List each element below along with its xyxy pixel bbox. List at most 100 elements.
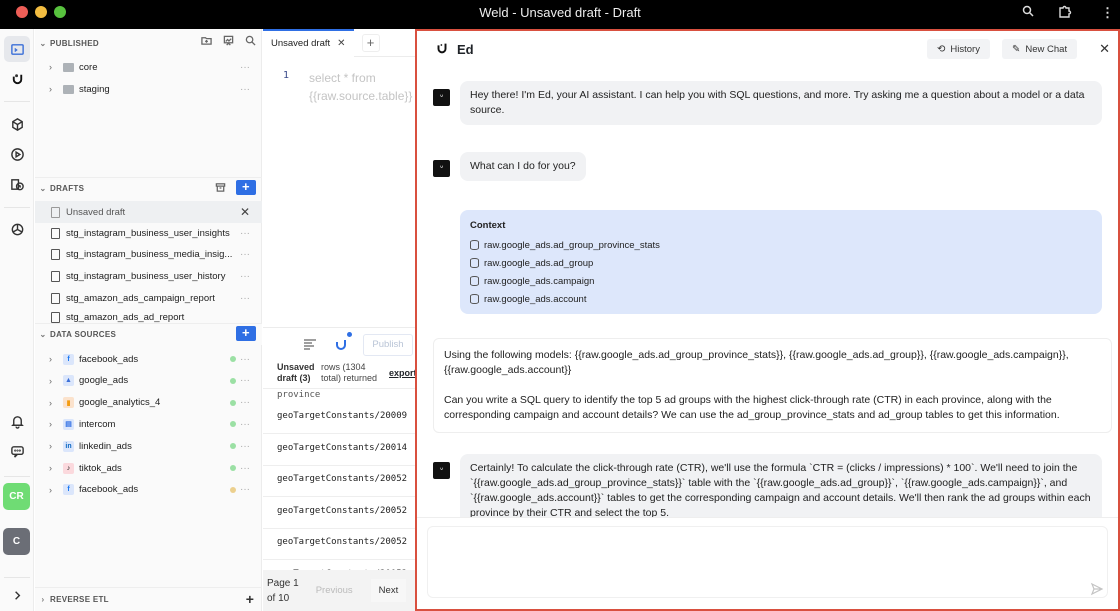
result-row[interactable]: geoTargetConstants/20009 [263, 403, 415, 434]
more-icon[interactable]: ··· [240, 463, 250, 474]
data-source-item[interactable]: › ▲ google_ads ··· [35, 370, 262, 392]
add-draft-button[interactable]: + [236, 180, 256, 195]
chevron-right-icon[interactable] [4, 582, 30, 608]
more-icon[interactable]: ··· [240, 397, 250, 408]
archive-icon[interactable] [214, 182, 226, 194]
add-tab-button[interactable]: + [361, 33, 380, 52]
more-icon[interactable]: ··· [240, 249, 250, 260]
chevron-right-icon: › [49, 463, 52, 473]
chevron-right-icon: › [49, 397, 52, 408]
draft-item[interactable]: stg_amazon_ads_campaign_report ··· [35, 287, 262, 309]
close-icon[interactable]: ✕ [240, 205, 250, 219]
section-data-sources[interactable]: ⌄ DATA SOURCES + [35, 323, 262, 345]
more-icon[interactable]: ··· [240, 271, 250, 282]
context-item[interactable]: raw.google_ads.account [470, 290, 1092, 308]
more-icon[interactable]: ··· [240, 375, 250, 386]
data-source-item[interactable]: › ♪ tiktok_ads ··· [35, 457, 262, 479]
draft-item[interactable]: stg_instagram_business_user_insights ··· [35, 222, 262, 244]
more-icon[interactable]: ··· [240, 484, 250, 495]
context-title: Context [470, 220, 506, 231]
context-item-label: raw.google_ads.campaign [484, 275, 595, 287]
publish-button[interactable]: Publish [363, 334, 413, 356]
previous-page-button[interactable]: Previous [316, 585, 353, 596]
draft-item[interactable]: stg_amazon_ads_ad_report [35, 309, 262, 323]
status-dot [230, 486, 236, 493]
close-tab-icon[interactable]: ✕ [337, 38, 345, 49]
context-item[interactable]: raw.google_ads.ad_group_province_stats [470, 236, 1092, 254]
next-page-button[interactable]: Next [370, 579, 407, 602]
result-row[interactable]: geoTargetConstants/20014 [263, 435, 415, 466]
ed-assistant-icon[interactable] [4, 65, 30, 91]
more-vertical-icon[interactable]: ⋮ [1101, 5, 1114, 21]
close-chat-icon[interactable]: ✕ [1099, 41, 1110, 57]
context-item[interactable]: raw.google_ads.ad_group [470, 254, 1092, 272]
ed-assistant-icon[interactable] [333, 332, 352, 357]
history-icon[interactable] [4, 171, 30, 197]
new-folder-icon[interactable] [200, 34, 212, 46]
data-source-item[interactable]: › f facebook_ads ··· [35, 479, 262, 501]
tab-unsaved-draft[interactable]: Unsaved draft ✕ [263, 28, 354, 57]
export-link[interactable]: export [389, 368, 415, 379]
more-icon[interactable]: ··· [240, 293, 250, 304]
context-item[interactable]: raw.google_ads.campaign [470, 272, 1092, 290]
orchestration-icon[interactable] [4, 216, 30, 242]
avatar-workspace[interactable]: CR [3, 483, 30, 510]
result-row[interactable]: geoTargetConstants/20052 [263, 466, 415, 497]
extension-icon[interactable] [1058, 5, 1072, 22]
pagination: Page 1 of 10 Previous Next [263, 570, 415, 611]
tree-folder-core[interactable]: › core ··· [35, 56, 262, 78]
more-icon[interactable]: ··· [240, 84, 250, 95]
status-dot [230, 399, 236, 406]
draft-item-active[interactable]: Unsaved draft ✕ [35, 201, 262, 223]
data-source-item[interactable]: › f facebook_ads ··· [35, 348, 262, 370]
status-dot [230, 377, 236, 384]
more-icon[interactable]: ··· [240, 228, 250, 239]
section-published[interactable]: ⌄ PUBLISHED [35, 32, 262, 54]
tree-folder-staging[interactable]: › staging ··· [35, 78, 262, 100]
data-source-item[interactable]: › ▤ intercom ··· [35, 413, 262, 435]
result-row[interactable]: geoTargetConstants/20052 [263, 498, 415, 529]
code-placeholder: select * from {{raw.source.table}} [309, 69, 412, 105]
more-icon[interactable]: ··· [240, 441, 250, 452]
chat-input[interactable] [427, 526, 1108, 598]
format-icon[interactable] [303, 337, 317, 356]
bell-icon[interactable] [4, 408, 30, 434]
add-data-source-button[interactable]: + [236, 326, 256, 341]
file-icon [51, 312, 60, 323]
draft-item[interactable]: stg_instagram_business_user_history ··· [35, 265, 262, 287]
editor-icon[interactable] [4, 36, 30, 62]
data-source-item[interactable]: › ▮ google_analytics_4 ··· [35, 392, 262, 414]
database-icon [470, 240, 479, 250]
search-icon[interactable] [244, 34, 256, 46]
message-text: Using the following models: {{raw.google… [444, 349, 1069, 376]
models-cube-icon[interactable] [4, 111, 30, 137]
more-icon[interactable]: ··· [240, 419, 250, 430]
data-source-item[interactable]: › in linkedin_ads ··· [35, 435, 262, 457]
edit-icon: ✎ [1012, 43, 1021, 55]
chevron-right-icon: › [49, 419, 52, 430]
google-analytics-icon: ▮ [63, 397, 74, 409]
folder-icon [63, 62, 74, 72]
rail-divider [4, 476, 30, 477]
placeholder-line: {{raw.source.table}} [309, 89, 413, 103]
play-circle-icon[interactable] [4, 141, 30, 167]
add-reverse-etl-button[interactable]: + [244, 591, 256, 607]
section-reverse-etl[interactable]: › REVERSE ETL + [35, 587, 262, 611]
dashboard-icon[interactable] [222, 34, 234, 46]
chat-icon[interactable] [4, 438, 30, 464]
more-icon[interactable]: ··· [240, 62, 250, 73]
draft-item[interactable]: stg_instagram_business_media_insig... ··… [35, 243, 262, 265]
send-icon[interactable] [1090, 582, 1104, 599]
new-chat-button[interactable]: ✎ New Chat [1002, 39, 1078, 59]
ed-logo-icon [435, 41, 449, 60]
result-row[interactable]: geoTargetConstants/20052 [263, 529, 415, 560]
avatar-user[interactable]: C [3, 528, 30, 555]
history-button[interactable]: ⟲ History [927, 39, 990, 59]
more-icon[interactable]: ··· [240, 354, 250, 365]
folder-icon [63, 84, 74, 94]
context-item-label: raw.google_ads.account [484, 293, 587, 305]
zoom-icon[interactable] [1022, 5, 1034, 20]
window-titlebar: Weld - Unsaved draft - Draft ⋮ [0, 0, 1120, 29]
chevron-down-icon: ⌄ [39, 38, 47, 48]
section-drafts[interactable]: ⌄ DRAFTS + [35, 177, 262, 199]
